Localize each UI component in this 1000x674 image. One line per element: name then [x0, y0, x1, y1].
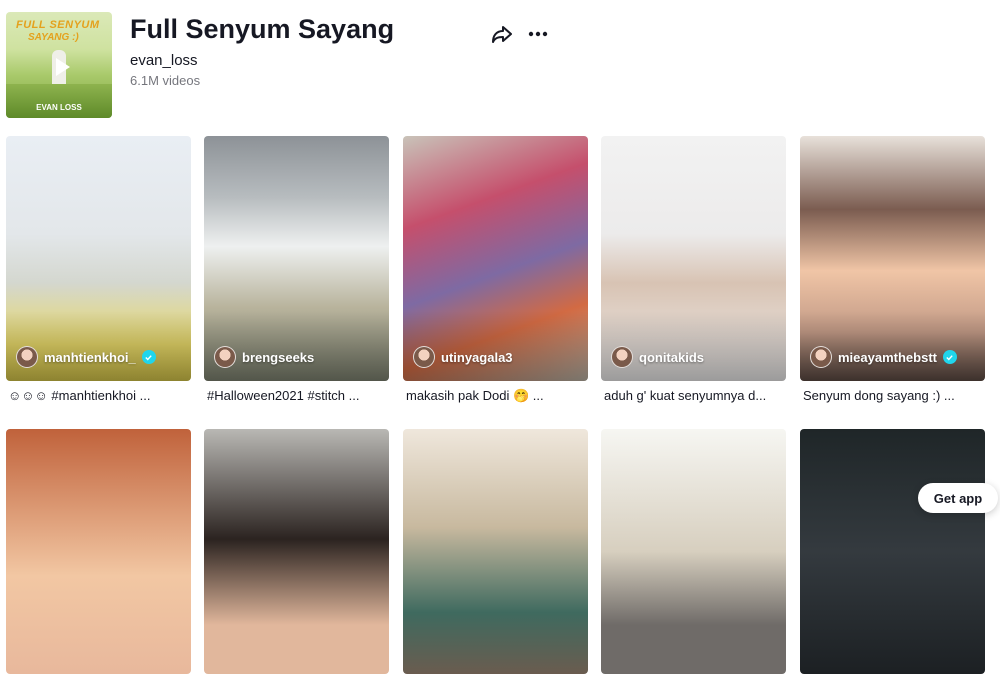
username: manhtienkhoi_ — [44, 349, 136, 365]
avatar — [16, 346, 38, 368]
username: qonitakids — [639, 349, 705, 365]
verified-icon — [141, 350, 156, 364]
sound-title: Full Senyum Sayang — [130, 14, 395, 44]
video-caption[interactable]: Senyum dong sayang :) ... — [803, 388, 988, 403]
video-card[interactable] — [6, 429, 191, 674]
username: brengseeks — [242, 349, 315, 365]
video-caption[interactable]: aduh g' kuat senyumnya d... — [604, 388, 789, 403]
video-card[interactable]: utinyagala3 — [403, 136, 588, 381]
cover-title-line2: SAYANG :) — [28, 32, 79, 43]
share-icon[interactable] — [490, 22, 514, 46]
sound-cover[interactable]: FULL SENYUM SAYANG :) EVAN LOSS — [6, 12, 112, 118]
cover-title-line1: FULL SENYUM — [16, 19, 100, 31]
video-caption[interactable]: makasih pak Dodi 🤭 ... — [406, 388, 591, 404]
video-user[interactable]: brengseeks — [214, 346, 314, 368]
video-card[interactable]: mieayamthebstt — [800, 136, 985, 381]
video-caption[interactable]: #Halloween2021 #stitch ... — [207, 388, 392, 403]
video-user[interactable]: mieayamthebstt — [810, 346, 957, 368]
avatar — [214, 346, 236, 368]
video-user[interactable]: utinyagala3 — [413, 346, 513, 368]
video-card[interactable] — [601, 429, 786, 674]
get-app-button[interactable]: Get app — [918, 483, 998, 513]
cover-grass — [6, 84, 112, 118]
play-icon[interactable] — [56, 58, 70, 76]
video-card[interactable]: manhtienkhoi_ — [6, 136, 191, 381]
cover-label: EVAN LOSS — [36, 103, 82, 112]
avatar — [611, 346, 633, 368]
video-caption[interactable]: ☺☺☺ #manhtienkhoi ... — [8, 388, 193, 403]
username: mieayamthebstt — [838, 349, 937, 365]
username: utinyagala3 — [441, 349, 513, 365]
avatar — [810, 346, 832, 368]
video-user[interactable]: qonitakids — [611, 346, 704, 368]
video-card[interactable]: qonitakids — [601, 136, 786, 381]
verified-icon — [942, 350, 957, 364]
video-count: 6.1M videos — [130, 73, 201, 88]
more-options-icon[interactable] — [526, 22, 550, 46]
video-user[interactable]: manhtienkhoi_ — [16, 346, 156, 368]
avatar — [413, 346, 435, 368]
sound-artist[interactable]: evan_loss — [130, 52, 198, 69]
video-card[interactable]: brengseeks — [204, 136, 389, 381]
video-card[interactable] — [403, 429, 588, 674]
video-card[interactable] — [800, 429, 985, 674]
sound-header: FULL SENYUM SAYANG :) EVAN LOSS Full Sen… — [0, 0, 1000, 125]
video-card[interactable] — [204, 429, 389, 674]
